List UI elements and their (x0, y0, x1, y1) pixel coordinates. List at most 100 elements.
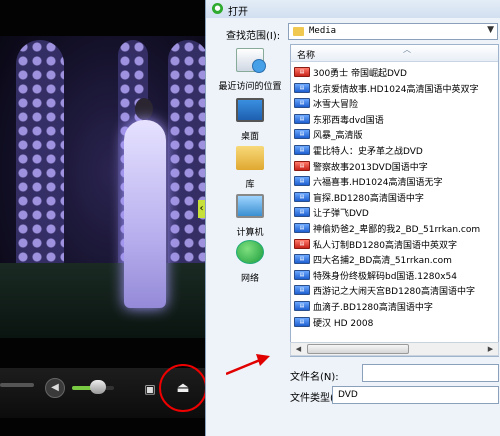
file-name-text: 神偷奶爸2_卑鄙的我2_BD_51rrkan.com (313, 224, 481, 235)
file-row[interactable]: ▤ 血滴子.BD1280高清国语中字 (291, 299, 498, 315)
file-row[interactable]: ▤ 冰雪大冒险 (291, 96, 498, 112)
file-name-text: 霍比特人：史矛革之战DVD (313, 146, 423, 157)
place-label: 库 (245, 180, 255, 190)
video-file-icon: ▤ (294, 160, 310, 171)
file-name-text: 西游记之大闹天宫BD1280高清国语中字 (313, 287, 476, 298)
file-name-text: 风暴_高清版 (313, 131, 363, 142)
file-row[interactable]: ▤ 风暴_高清版 (291, 127, 498, 143)
place-recent[interactable]: 最近访问的位置 (212, 48, 288, 93)
look-in-label: 查找范围(I): (226, 31, 281, 42)
desktop-icon (236, 98, 264, 122)
volume-icon[interactable]: ◀ (45, 378, 65, 398)
file-rows: ▤ 300勇士 帝国崛起DVD ▤ 北京爱情故事.HD1024高清国语中英双字 ▤ 冰雪大… (291, 65, 498, 330)
video-file-icon: ▤ (294, 316, 310, 327)
column-header-name[interactable]: 名称 ︿ (291, 45, 498, 62)
place-computer[interactable]: 计算机 (212, 194, 288, 239)
file-row[interactable]: ▤ 警察故事2013DVD国语中字 (291, 159, 498, 175)
video-file-icon: ▤ (294, 238, 310, 249)
file-name-text: 冰雪大冒险 (313, 100, 359, 111)
file-name-text: 北京爱情故事.HD1024高清国语中英双字 (313, 84, 479, 95)
horizontal-scrollbar[interactable]: ◀ ▶ (290, 342, 499, 356)
place-label: 网络 (240, 274, 259, 284)
video-file-icon: ▤ (294, 144, 310, 155)
folder-icon (293, 27, 304, 36)
video-file-icon: ▤ (294, 98, 310, 109)
file-row[interactable]: ▤ 四大名捕2_BD高清_51rrkan.com (291, 252, 498, 268)
red-arrow-annotation (226, 354, 270, 376)
app-logo-icon: ● (212, 3, 223, 14)
dialog-title: 打开 (228, 7, 248, 18)
file-name-text: 盲探.BD1280高清国语中字 (313, 193, 424, 204)
video-file-icon: ▤ (294, 176, 310, 187)
video-file-icon: ▤ (294, 129, 310, 140)
file-row[interactable]: ▤ 硬汉 HD 2008 (291, 315, 498, 331)
file-name-text: 东邪西毒dvd国语 (313, 115, 384, 126)
file-row[interactable]: ▤ 西游记之大闹天宫BD1280高清国语中字 (291, 283, 498, 299)
file-row[interactable]: ▤ 让子弹飞DVD (291, 205, 498, 221)
video-file-icon: ▤ (294, 222, 310, 233)
dialog-title-bar: ● 打开 (206, 0, 500, 18)
video-floor (0, 263, 205, 338)
file-name-text: 私人订制BD1280高清国语中英双字 (313, 240, 458, 251)
file-name-text: 硬汉 HD 2008 (313, 318, 374, 329)
file-type-dropdown[interactable]: DVD (332, 386, 499, 404)
network-icon (236, 240, 264, 264)
video-file-icon: ▤ (294, 254, 310, 265)
file-name-text: 警察故事2013DVD国语中字 (313, 162, 428, 173)
highlight-circle-annotation (159, 364, 207, 412)
file-name-text: 特殊身份终极解码bd国语.1280x54 (313, 271, 457, 282)
computer-icon (236, 194, 264, 218)
file-row[interactable]: ▤ 300勇士 帝国崛起DVD (291, 65, 498, 81)
file-list[interactable]: 名称 ︿ ▤ 300勇士 帝国崛起DVD ▤ 北京爱情故事.HD1024高清国语中英双… (290, 44, 499, 357)
actress-figure (118, 98, 172, 308)
fullscreen-icon[interactable]: ▣ (143, 382, 157, 396)
places-bar: 最近访问的位置 桌面 库 计算机 网络 (212, 44, 288, 284)
file-type-value: DVD (338, 390, 358, 400)
recent-places-icon (236, 48, 266, 73)
file-name-input[interactable] (362, 364, 499, 382)
place-network[interactable]: 网络 (212, 240, 288, 285)
video-file-icon: ▤ (294, 285, 310, 296)
file-row[interactable]: ▤ 六福喜事.HD1024高清国语无字 (291, 174, 498, 190)
video-file-icon: ▤ (294, 300, 310, 311)
sort-arrow-icon: ︿ (403, 45, 411, 54)
file-name-text: 300勇士 帝国崛起DVD (313, 69, 407, 79)
look-in-dropdown[interactable]: Media ▼ (288, 23, 498, 40)
file-row[interactable]: ▤ 东邪西毒dvd国语 (291, 112, 498, 128)
video-frame[interactable] (0, 36, 205, 338)
file-name-text: 血滴子.BD1280高清国语中字 (313, 302, 433, 313)
video-file-icon: ▤ (294, 269, 310, 280)
panel-toggle-icon[interactable]: ‹ (198, 200, 205, 218)
video-file-icon: ▤ (294, 207, 310, 218)
file-row[interactable]: ▤ 神偷奶爸2_卑鄙的我2_BD_51rrkan.com (291, 221, 498, 237)
video-file-icon: ▤ (294, 82, 310, 93)
video-file-icon: ▤ (294, 113, 310, 124)
seek-bar[interactable] (0, 383, 34, 387)
file-row[interactable]: ▤ 霍比特人：史矛革之战DVD (291, 143, 498, 159)
lattice-window-decoration (16, 40, 64, 272)
file-row[interactable]: ▤ 盲探.BD1280高清国语中字 (291, 190, 498, 206)
file-row[interactable]: ▤ 北京爱情故事.HD1024高清国语中英双字 (291, 81, 498, 97)
scroll-right-icon[interactable]: ▶ (484, 343, 497, 355)
look-in-value: Media (309, 26, 337, 36)
place-desktop[interactable]: 桌面 (212, 98, 288, 143)
volume-knob[interactable] (90, 380, 106, 394)
video-file-icon: ▤ (294, 191, 310, 202)
column-name-label: 名称 (297, 51, 316, 61)
file-name-text: 六福喜事.HD1024高清国语无字 (313, 178, 443, 189)
libraries-icon (236, 146, 264, 170)
place-label: 桌面 (240, 132, 259, 142)
video-file-icon: ▤ (294, 67, 310, 77)
file-name-text: 让子弹飞DVD (313, 209, 369, 220)
scroll-left-icon[interactable]: ◀ (292, 343, 305, 355)
file-name-text: 四大名捕2_BD高清_51rrkan.com (313, 256, 452, 267)
chevron-down-icon[interactable]: ▼ (487, 25, 494, 35)
place-libraries[interactable]: 库 (212, 146, 288, 191)
place-label: 计算机 (236, 228, 264, 238)
scrollbar-thumb[interactable] (307, 344, 409, 354)
file-name-label: 文件名(N): (290, 372, 339, 383)
file-row[interactable]: ▤ 私人订制BD1280高清国语中英双字 (291, 237, 498, 253)
video-player: ‹ ◀ ▣ ⏏ (0, 0, 207, 436)
file-row[interactable]: ▤ 特殊身份终极解码bd国语.1280x54 (291, 268, 498, 284)
place-label: 最近访问的位置 (218, 82, 282, 92)
